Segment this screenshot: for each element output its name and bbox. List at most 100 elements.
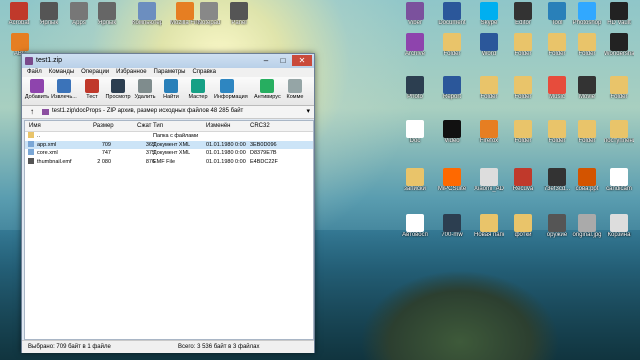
desktop-icon[interactable]: Folder (542, 33, 572, 58)
desktop-icon[interactable]: Компьютер (132, 2, 162, 27)
desktop-icon[interactable]: Folder (542, 120, 572, 145)
title-bar[interactable]: test1.zip – □ ✕ (22, 54, 314, 68)
desktop-icon[interactable]: поступление (604, 120, 634, 145)
list-header: Имя Размер Сжат Тип Изменён CRC32 (25, 121, 313, 132)
column-name[interactable]: Имя (29, 121, 41, 131)
up-folder-icon[interactable]: ↑ (25, 107, 39, 117)
desktop-icon[interactable]: 73ef3cd... (542, 168, 572, 193)
menu-operations[interactable]: Операции (81, 68, 109, 77)
desktop-icon[interactable]: Xiaomi_AD (474, 168, 504, 193)
column-size[interactable]: Размер (93, 121, 114, 131)
desktop-icon-label: Xiaomi_AD (474, 186, 504, 192)
column-crc[interactable]: CRC32 (250, 121, 270, 131)
desktop-icon[interactable]: Photoshop (572, 2, 602, 27)
desktop-icon[interactable]: Корзина (604, 214, 634, 239)
menu-commands[interactable]: Команды (49, 68, 74, 77)
desktop-icon[interactable]: Archive (400, 33, 430, 58)
desktop-icon[interactable]: Music (542, 76, 572, 101)
menu-file[interactable]: Файл (27, 68, 42, 77)
toolbar-button[interactable]: Мастер (185, 79, 211, 100)
desktop-icon[interactable]: Photo (400, 76, 430, 101)
desktop-icon[interactable]: Editor (508, 2, 538, 27)
desktop-icon[interactable]: Acrobat (4, 2, 34, 27)
desktop-icon[interactable]: HD Vault (604, 2, 634, 27)
desktop-icon[interactable]: 700-mw (437, 214, 467, 239)
desktop-icon[interactable]: Folder (604, 76, 634, 101)
desktop-icon[interactable]: Ярлык (92, 2, 122, 27)
desktop-icon[interactable]: Panel (224, 2, 254, 27)
desktop-icon-label: Ярлык (98, 20, 116, 26)
file-icon (28, 149, 34, 155)
table-row[interactable]: .. Папка с файлами (25, 132, 313, 140)
desktop-icon[interactable]: MiPCSuite (437, 168, 467, 193)
toolbar-button[interactable]: Антивирус (254, 79, 281, 100)
desktop-icon[interactable]: original.jpg (572, 214, 602, 239)
maximize-icon[interactable]: □ (275, 55, 291, 66)
desktop-icon[interactable]: Skype (474, 2, 504, 27)
toolbar-button[interactable]: Удалить (132, 79, 158, 100)
toolbar-icon (191, 79, 205, 93)
desktop-icon[interactable]: Doc (400, 120, 430, 145)
desktop-icon[interactable]: Автовосп (400, 214, 430, 239)
cell-size: 709 (101, 141, 111, 148)
desktop-icon[interactable]: записки (400, 168, 430, 193)
table-row[interactable]: app.xml 709 365 Документ XML 01.01.1980 0:00… (25, 140, 313, 149)
toolbar-icon (288, 79, 302, 93)
column-type[interactable]: Тип (153, 121, 163, 131)
desktop-icon[interactable]: Folder (508, 76, 538, 101)
table-row[interactable]: core.xml 747 375 Документ XML 01.01.1980 0:0… (25, 149, 313, 157)
desktop-icon[interactable]: Tool (542, 2, 572, 27)
wallpaper-island (360, 270, 560, 360)
desktop-icon[interactable]: Word (474, 33, 504, 58)
toolbar-button[interactable]: Найти (158, 79, 184, 100)
desktop-icon[interactable]: оружие (542, 214, 572, 239)
file-icon (10, 2, 28, 20)
desktop-icon[interactable]: фотки (508, 214, 538, 239)
desktop-icon[interactable]: Report (437, 76, 467, 101)
close-icon[interactable]: ✕ (292, 55, 312, 66)
desktop-icon[interactable]: candicam (604, 168, 634, 193)
file-icon (11, 33, 29, 51)
desktop-icon[interactable]: Ярлык (34, 2, 64, 27)
desktop-icon[interactable]: Folder (572, 33, 602, 58)
desktop-icon[interactable]: Wondershare (604, 33, 634, 58)
file-icon (610, 168, 628, 186)
file-icon (578, 168, 596, 186)
file-list[interactable]: Имя Размер Сжат Тип Изменён CRC32 .. Папк… (24, 120, 314, 340)
desktop-icon[interactable]: Folder (437, 33, 467, 58)
menu-favorites[interactable]: Избранное (116, 68, 146, 77)
toolbar-button[interactable]: Информация (214, 79, 248, 100)
menu-help[interactable]: Справка (192, 68, 216, 77)
desktop-icon[interactable]: сова.ppt (572, 168, 602, 193)
toolbar-button[interactable]: Добавить (24, 79, 50, 100)
desktop-icon[interactable]: Document (437, 2, 467, 27)
desktop-icon-label: Корзина (607, 232, 631, 238)
desktop-icon[interactable]: Notepad (194, 2, 224, 27)
minimize-icon[interactable]: – (258, 55, 274, 66)
desktop-icon[interactable]: Apps (64, 2, 94, 27)
desktop-icon[interactable]: Folder (508, 120, 538, 145)
desktop-icon[interactable]: Folder (474, 76, 504, 101)
desktop-icon[interactable]: Folder (508, 33, 538, 58)
desktop-icon[interactable]: Video (437, 120, 467, 145)
toolbar-button[interactable]: Тест (79, 79, 105, 100)
toolbar-icon (220, 79, 234, 93)
toolbar-button[interactable]: Комме (282, 79, 308, 100)
desktop-icon[interactable]: Movie (572, 76, 602, 101)
column-packed[interactable]: Сжат (137, 121, 151, 131)
path-text[interactable]: test1.zip\docProps - ZIP архив, размер и… (52, 108, 243, 114)
desktop-icon[interactable]: Новая папка (474, 214, 504, 239)
desktop-icon[interactable]: Folder (572, 120, 602, 145)
desktop-icon-label: Recuva (512, 186, 534, 192)
desktop-icon[interactable]: Viber (400, 2, 430, 27)
desktop-icon-label: 73ef3cd... (543, 186, 571, 192)
toolbar-button[interactable]: Извлечь... (51, 79, 77, 100)
chevron-down-icon[interactable]: ▾ (306, 107, 310, 115)
desktop-icon[interactable]: Firefox (474, 120, 504, 145)
column-modified[interactable]: Изменён (206, 121, 231, 131)
toolbar-button[interactable]: Просмотр (105, 79, 131, 100)
desktop-icon[interactable]: Recuva (508, 168, 538, 193)
desktop-icon-label: сова.ppt (575, 186, 599, 192)
table-row[interactable]: thumbnail.emf 2 080 876 EMF File 01.01.1980 … (25, 157, 313, 166)
menu-options[interactable]: Параметры (154, 68, 186, 77)
